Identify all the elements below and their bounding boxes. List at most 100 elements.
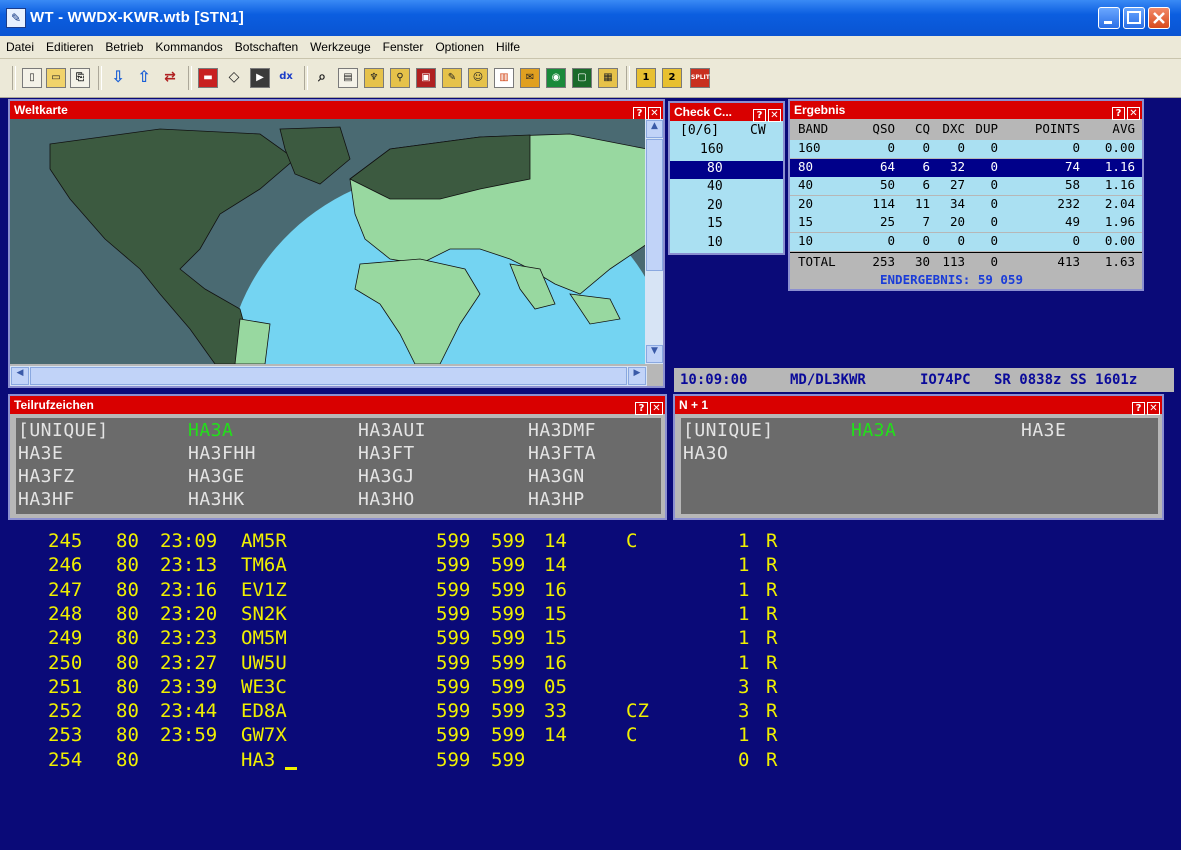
band-row[interactable]: 160 xyxy=(670,142,783,161)
band-row[interactable]: 15 xyxy=(670,216,783,235)
log-row[interactable]: 247 80 23:16 EV1Z 599 599 16 1 R xyxy=(10,579,1160,603)
partial-call[interactable]: [UNIQUE] xyxy=(18,420,109,441)
menu-editieren[interactable]: Editieren xyxy=(40,40,99,54)
help-icon[interactable]: ? xyxy=(635,402,648,415)
menu-optionen[interactable]: Optionen xyxy=(429,40,490,54)
tag-icon[interactable]: ◇ xyxy=(224,68,244,88)
text-cursor xyxy=(285,766,297,770)
scroll-down-icon[interactable]: ▼ xyxy=(646,345,663,363)
transfer-icon[interactable]: ⇄ xyxy=(160,68,180,88)
log-row[interactable]: 252 80 23:44 ED8A 599 599 33 CZ 3 R xyxy=(10,700,1160,724)
partial-call[interactable]: HA3A xyxy=(188,420,233,441)
log-flag: R xyxy=(766,748,778,771)
partial-call[interactable]: HA3A xyxy=(851,420,896,441)
menu-botschaften[interactable]: Botschaften xyxy=(229,40,304,54)
map-pin-icon[interactable]: ♆ xyxy=(364,68,384,88)
log-row[interactable]: 248 80 23:20 SN2K 599 599 15 1 R xyxy=(10,603,1160,627)
scroll-right-icon[interactable]: ▶ xyxy=(628,367,646,385)
close-icon[interactable]: ✕ xyxy=(1147,402,1160,415)
partial-call[interactable]: HA3FZ xyxy=(18,466,75,487)
maximize-button[interactable] xyxy=(1123,7,1145,29)
partial-call[interactable]: HA3GJ xyxy=(358,466,415,487)
terminal-icon[interactable]: ▶ xyxy=(250,68,270,88)
scroll-left-icon[interactable]: ◀ xyxy=(11,367,29,385)
open-folder-icon[interactable]: ▭ xyxy=(46,68,66,88)
menu-hilfe[interactable]: Hilfe xyxy=(490,40,526,54)
partial-call[interactable]: HA3DMF xyxy=(528,420,596,441)
partial-call[interactable]: HA3FT xyxy=(358,443,415,464)
arrow-down-icon[interactable]: ⇩ xyxy=(108,68,128,88)
qso-log[interactable]: 245 80 23:09 AM5R 599 599 14 C 1 R 246 80 23:13 TM6A 5… xyxy=(10,530,1160,830)
menu-kommandos[interactable]: Kommandos xyxy=(149,40,228,54)
close-button[interactable] xyxy=(1148,7,1170,29)
partial-call[interactable]: HA3O xyxy=(683,443,728,464)
band-row[interactable]: 20 xyxy=(670,198,783,217)
window-titlebar[interactable]: ✎ WT - WWDX-KWR.wtb [STN1] xyxy=(0,0,1181,36)
band-row-selected[interactable]: 80 xyxy=(670,160,783,179)
log-row[interactable]: 246 80 23:13 TM6A 599 599 14 1 R xyxy=(10,554,1160,578)
partial-call[interactable]: HA3HO xyxy=(358,489,415,510)
log-row[interactable]: 249 80 23:23 OM5M 599 599 15 1 R xyxy=(10,627,1160,651)
log-nr: 253 xyxy=(48,724,83,747)
help-icon[interactable]: ? xyxy=(1132,402,1145,415)
log-rst-r: 599 xyxy=(491,748,526,771)
band-row[interactable]: 10 xyxy=(670,235,783,254)
partial-call[interactable]: HA3FHH xyxy=(188,443,256,464)
partial-call[interactable]: HA3HF xyxy=(18,489,75,510)
log-pts: 3 xyxy=(738,700,750,723)
globe-icon[interactable]: ◉ xyxy=(546,68,566,88)
zoom-map-icon[interactable]: ⚲ xyxy=(390,68,410,88)
map-vertical-scrollbar[interactable]: ▲ ▼ xyxy=(645,119,663,364)
person-icon[interactable]: ☺ xyxy=(468,68,488,88)
vertical-scroll-thumb[interactable] xyxy=(646,139,663,271)
map-horizontal-scrollbar[interactable]: ◀ ▶ xyxy=(10,366,647,386)
log-row[interactable]: 254 80 HA3 599 599 0 R xyxy=(10,749,1160,773)
scroll-up-icon[interactable]: ▲ xyxy=(646,120,663,138)
partial-call[interactable]: HA3GE xyxy=(188,466,245,487)
menu-fenster[interactable]: Fenster xyxy=(377,40,430,54)
monitor-icon[interactable]: ▣ xyxy=(416,68,436,88)
save-icon[interactable]: ⎘ xyxy=(70,68,90,88)
partial-call[interactable]: HA3E xyxy=(1021,420,1066,441)
search-icon[interactable]: ⌕ xyxy=(312,68,332,88)
cassette-icon[interactable]: ▬ xyxy=(198,68,218,88)
partial-call[interactable]: HA3FTA xyxy=(528,443,596,464)
menu-datei[interactable]: Datei xyxy=(0,40,40,54)
close-icon[interactable]: ✕ xyxy=(768,109,781,122)
radio-2-icon[interactable]: 2 xyxy=(662,68,682,88)
bar-chart-icon[interactable]: ▥ xyxy=(494,68,514,88)
partial-call[interactable]: HA3E xyxy=(18,443,63,464)
display-icon[interactable]: ▢ xyxy=(572,68,592,88)
arrow-up-icon[interactable]: ⇧ xyxy=(134,68,154,88)
log-row[interactable]: 245 80 23:09 AM5R 599 599 14 C 1 R xyxy=(10,530,1160,554)
radio-1-icon[interactable]: 1 xyxy=(636,68,656,88)
cell: 0 xyxy=(922,140,930,155)
log-row[interactable]: 253 80 23:59 GW7X 599 599 14 C 1 R xyxy=(10,724,1160,748)
log-row[interactable]: 251 80 23:39 WE3C 599 599 05 3 R xyxy=(10,676,1160,700)
dx-cluster-icon[interactable]: dx xyxy=(276,68,296,88)
log-row[interactable]: 250 80 23:27 UW5U 599 599 16 1 R xyxy=(10,652,1160,676)
partial-call[interactable]: HA3HK xyxy=(188,489,245,510)
menu-werkzeuge[interactable]: Werkzeuge xyxy=(304,40,376,54)
partial-call[interactable]: HA3GN xyxy=(528,466,585,487)
help-icon[interactable]: ? xyxy=(1112,107,1125,120)
band-row[interactable]: 40 xyxy=(670,179,783,198)
help-icon[interactable]: ? xyxy=(753,109,766,122)
log-zone: 05 xyxy=(544,675,567,698)
minimize-button[interactable] xyxy=(1098,7,1120,29)
book-icon[interactable]: ▦ xyxy=(598,68,618,88)
partial-call[interactable]: [UNIQUE] xyxy=(683,420,774,441)
notes-icon[interactable]: ✎ xyxy=(442,68,462,88)
cell: 6 xyxy=(922,177,930,192)
close-icon[interactable]: ✕ xyxy=(1127,107,1140,120)
partial-call[interactable]: HA3HP xyxy=(528,489,585,510)
mail-icon[interactable]: ✉ xyxy=(520,68,540,88)
horizontal-scroll-thumb[interactable] xyxy=(30,367,627,385)
partial-call[interactable]: HA3AUI xyxy=(358,420,426,441)
new-file-icon[interactable]: ▯ xyxy=(22,68,42,88)
window-icon[interactable]: ▤ xyxy=(338,68,358,88)
split-icon[interactable]: SPLIT xyxy=(690,68,710,88)
world-map[interactable] xyxy=(10,119,647,364)
close-icon[interactable]: ✕ xyxy=(650,402,663,415)
menu-betrieb[interactable]: Betrieb xyxy=(99,40,149,54)
